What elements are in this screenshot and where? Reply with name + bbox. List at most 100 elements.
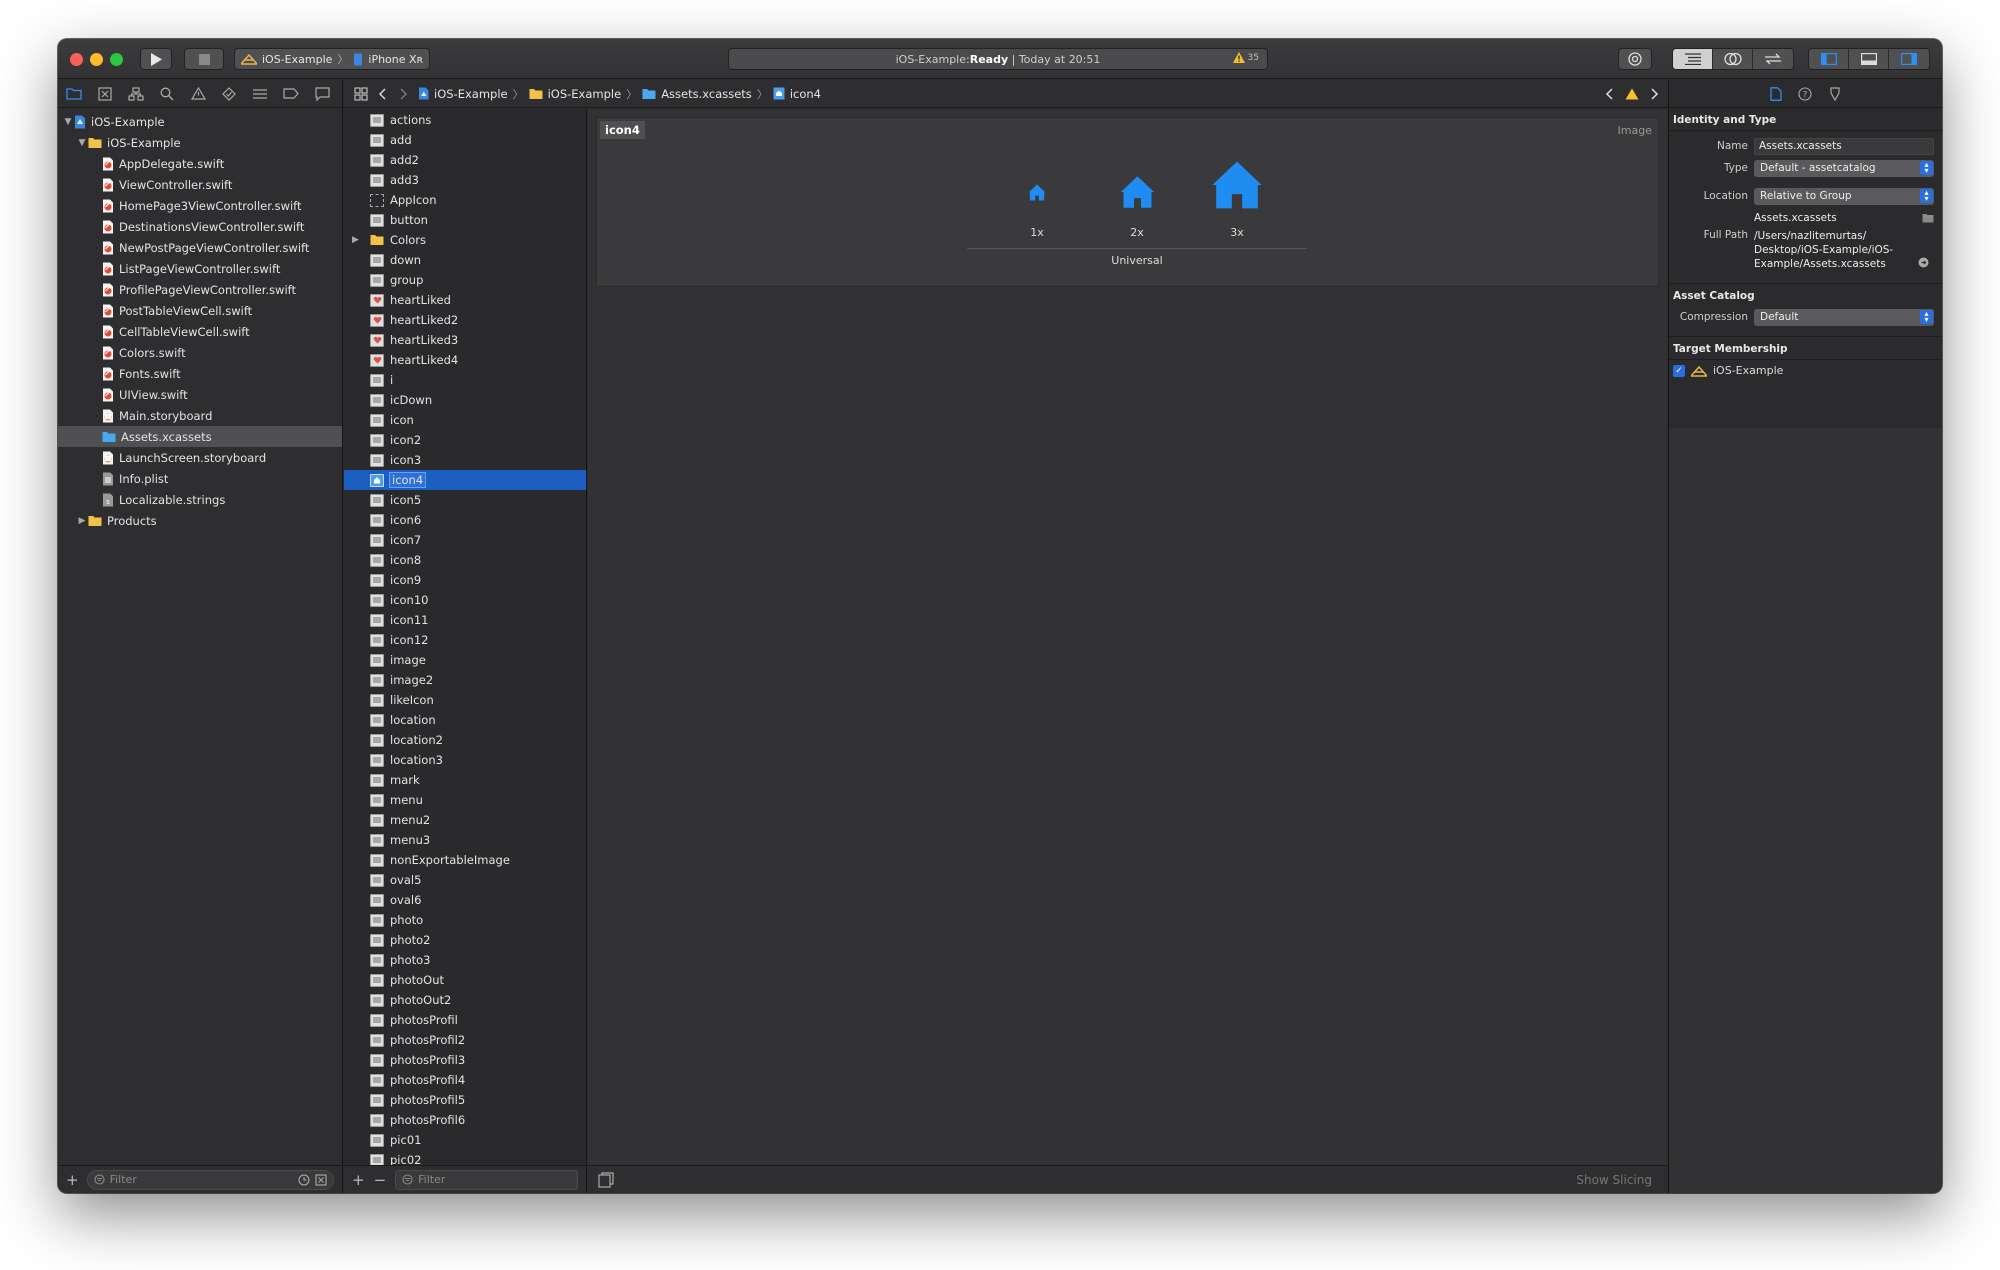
asset-row[interactable]: heartLiked3 bbox=[344, 330, 586, 350]
back-arrow-icon[interactable] bbox=[378, 87, 388, 100]
run-button[interactable] bbox=[140, 48, 172, 70]
asset-folder-row[interactable]: ▶ Colors bbox=[344, 230, 586, 250]
asset-row[interactable]: location bbox=[344, 710, 586, 730]
stop-button[interactable] bbox=[184, 48, 224, 70]
asset-row[interactable]: photoOut bbox=[344, 970, 586, 990]
tree-file-row[interactable]: s Localizable.strings bbox=[58, 489, 342, 510]
asset-row[interactable]: icon bbox=[344, 410, 586, 430]
asset-row[interactable]: photo2 bbox=[344, 930, 586, 950]
show-slicing-button[interactable]: Show Slicing bbox=[1576, 1173, 1652, 1187]
remove-asset-button[interactable]: − bbox=[374, 1171, 387, 1189]
asset-row[interactable]: photosProfil5 bbox=[344, 1090, 586, 1110]
asset-row[interactable]: icon9 bbox=[344, 570, 586, 590]
previous-issue-icon[interactable] bbox=[1605, 87, 1615, 100]
asset-row[interactable]: icon4 bbox=[344, 470, 586, 490]
attribute-toggle-icon[interactable] bbox=[598, 1171, 614, 1188]
project-navigator-tab[interactable] bbox=[65, 85, 83, 103]
tree-file-row[interactable]: LaunchScreen.storyboard bbox=[58, 447, 342, 468]
location-popup[interactable]: Relative to Group ▴ ▾ bbox=[1754, 187, 1934, 205]
asset-row[interactable]: photosProfil6 bbox=[344, 1110, 586, 1130]
tree-file-row[interactable]: Info.plist bbox=[58, 468, 342, 489]
breadcrumb-group[interactable]: iOS-Example bbox=[529, 87, 621, 101]
zoom-window-button[interactable] bbox=[110, 53, 123, 66]
asset-row[interactable]: add3 bbox=[344, 170, 586, 190]
toggle-debug-area-button[interactable] bbox=[1849, 49, 1889, 69]
asset-row[interactable]: menu3 bbox=[344, 830, 586, 850]
tree-file-row[interactable]: Colors.swift bbox=[58, 342, 342, 363]
debug-navigator-tab[interactable] bbox=[251, 85, 269, 103]
scheme-selector[interactable]: iOS-Example 〉 iPhone Xʀ bbox=[234, 48, 431, 70]
tree-products-row[interactable]: ▶ Products bbox=[58, 510, 342, 531]
asset-row[interactable]: heartLiked bbox=[344, 290, 586, 310]
asset-row[interactable]: image bbox=[344, 650, 586, 670]
asset-row[interactable]: photo3 bbox=[344, 950, 586, 970]
source-control-filter-icon[interactable] bbox=[315, 1173, 327, 1186]
report-navigator-tab[interactable] bbox=[313, 85, 331, 103]
asset-row[interactable]: icon2 bbox=[344, 430, 586, 450]
asset-row[interactable]: oval6 bbox=[344, 890, 586, 910]
asset-row[interactable]: oval5 bbox=[344, 870, 586, 890]
asset-row[interactable]: icon10 bbox=[344, 590, 586, 610]
minimize-window-button[interactable] bbox=[90, 53, 103, 66]
tree-file-row[interactable]: DestinationsViewController.swift bbox=[58, 216, 342, 237]
tree-file-row[interactable]: ViewController.swift bbox=[58, 174, 342, 195]
type-popup[interactable]: Default - assetcatalog ▴ ▾ bbox=[1754, 159, 1934, 177]
standard-editor-button[interactable] bbox=[1673, 49, 1713, 69]
asset-row[interactable]: heartLiked2 bbox=[344, 310, 586, 330]
asset-row[interactable]: add bbox=[344, 130, 586, 150]
asset-row[interactable]: button bbox=[344, 210, 586, 230]
asset-row[interactable]: menu bbox=[344, 790, 586, 810]
asset-row[interactable]: icon5 bbox=[344, 490, 586, 510]
asset-row[interactable]: photosProfil4 bbox=[344, 1070, 586, 1090]
asset-row[interactable]: icon11 bbox=[344, 610, 586, 630]
asset-row[interactable]: photoOut2 bbox=[344, 990, 586, 1010]
asset-row[interactable]: photosProfil bbox=[344, 1010, 586, 1030]
tree-file-row[interactable]: Fonts.swift bbox=[58, 363, 342, 384]
tree-file-row[interactable]: NewPostPageViewController.swift bbox=[58, 237, 342, 258]
asset-row[interactable]: image2 bbox=[344, 670, 586, 690]
tree-file-row[interactable]: UIView.swift bbox=[58, 384, 342, 405]
breadcrumb-asset[interactable]: icon4 bbox=[773, 87, 821, 101]
tree-file-row[interactable]: CellTableViewCell.swift bbox=[58, 321, 342, 342]
warning-icon[interactable] bbox=[1625, 88, 1639, 100]
asset-filter-field[interactable]: Filter bbox=[395, 1169, 578, 1190]
asset-row[interactable]: icDown bbox=[344, 390, 586, 410]
next-issue-icon[interactable] bbox=[1649, 87, 1659, 100]
slot-3x[interactable]: 3x bbox=[1197, 152, 1277, 239]
asset-row[interactable]: actions bbox=[344, 110, 586, 130]
version-editor-button[interactable] bbox=[1753, 49, 1793, 69]
add-asset-button[interactable]: + bbox=[352, 1171, 365, 1189]
asset-row[interactable]: icon8 bbox=[344, 550, 586, 570]
asset-row[interactable]: location2 bbox=[344, 730, 586, 750]
issue-navigator-tab[interactable] bbox=[189, 85, 207, 103]
asset-row[interactable]: photosProfil2 bbox=[344, 1030, 586, 1050]
recent-files-icon[interactable] bbox=[298, 1173, 310, 1186]
tree-file-row[interactable]: HomePage3ViewController.swift bbox=[58, 195, 342, 216]
navigator-filter-field[interactable]: Filter bbox=[86, 1169, 334, 1190]
forward-arrow-icon[interactable] bbox=[398, 87, 408, 100]
test-navigator-tab[interactable] bbox=[220, 85, 238, 103]
breadcrumb-catalog[interactable]: Assets.xcassets bbox=[642, 87, 752, 101]
slot-1x[interactable]: 1x bbox=[1007, 166, 1067, 239]
related-items-icon[interactable] bbox=[354, 86, 368, 101]
asset-row[interactable]: menu2 bbox=[344, 810, 586, 830]
name-field[interactable]: Assets.xcassets bbox=[1754, 137, 1934, 155]
add-file-button[interactable]: + bbox=[66, 1171, 79, 1189]
toggle-navigator-button[interactable] bbox=[1809, 49, 1849, 69]
asset-row[interactable]: icon3 bbox=[344, 450, 586, 470]
asset-row[interactable]: down bbox=[344, 250, 586, 270]
asset-row[interactable]: icon12 bbox=[344, 630, 586, 650]
asset-row[interactable]: add2 bbox=[344, 150, 586, 170]
breadcrumb-project[interactable]: iOS-Example bbox=[418, 87, 508, 101]
tree-file-row[interactable]: Assets.xcassets bbox=[58, 426, 342, 447]
assistant-editor-button[interactable] bbox=[1713, 49, 1753, 69]
tree-project-row[interactable]: ▼ iOS-Example bbox=[58, 111, 342, 132]
tree-group-row[interactable]: ▼ iOS-Example bbox=[58, 132, 342, 153]
file-inspector-icon[interactable] bbox=[1769, 86, 1782, 101]
asset-row[interactable]: pic01 bbox=[344, 1130, 586, 1150]
library-button[interactable] bbox=[1618, 48, 1652, 70]
asset-row[interactable]: AppIcon bbox=[344, 190, 586, 210]
asset-row[interactable]: group bbox=[344, 270, 586, 290]
attributes-inspector-icon[interactable] bbox=[1828, 86, 1842, 101]
asset-row[interactable]: heartLiked4 bbox=[344, 350, 586, 370]
